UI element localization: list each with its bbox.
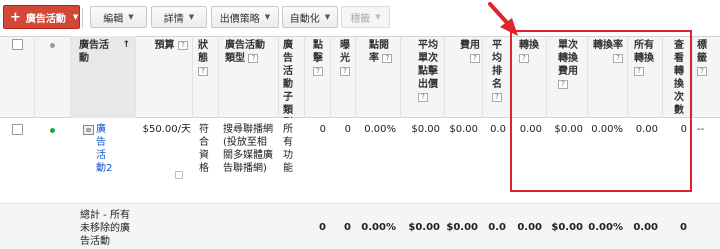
annotation-arrow-icon: [488, 2, 518, 36]
